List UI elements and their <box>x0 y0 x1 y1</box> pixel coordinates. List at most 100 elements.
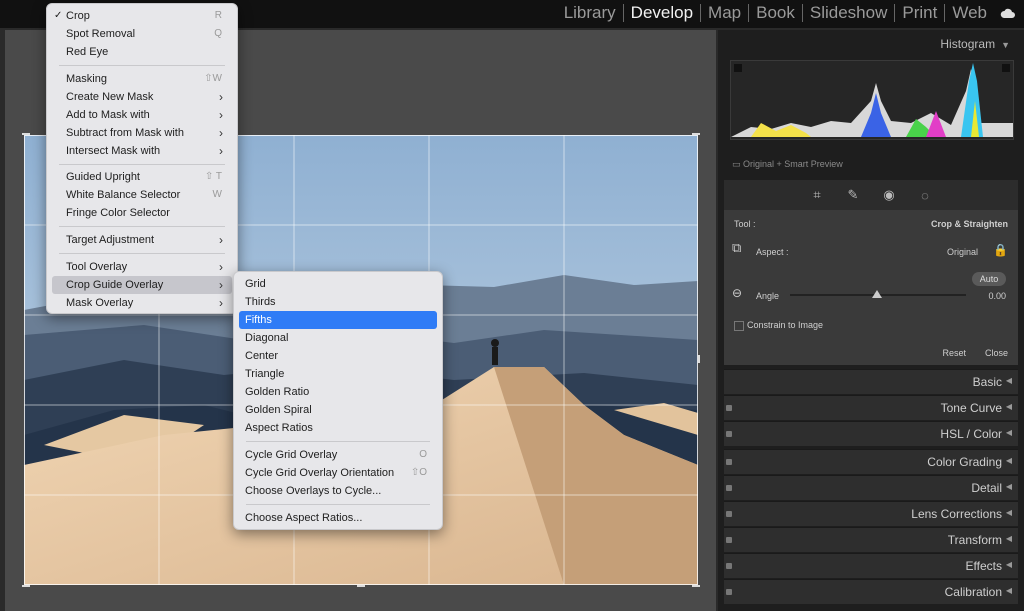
cycle-grid-overlay-orientation[interactable]: Cycle Grid Overlay Orientation ⇧O <box>239 464 437 482</box>
section-color-grading[interactable]: Color Grading ◀ <box>724 449 1018 474</box>
crop-handle-right[interactable] <box>698 355 700 363</box>
menu-item-label: Golden Spiral <box>245 404 312 416</box>
overlay-center[interactable]: Center <box>239 347 437 365</box>
choose-aspect-ratios[interactable]: Choose Aspect Ratios... <box>239 509 437 527</box>
overlay-golden-spiral[interactable]: Golden Spiral <box>239 401 437 419</box>
module-book[interactable]: Book <box>749 3 802 23</box>
module-print[interactable]: Print <box>895 3 944 23</box>
menu-separator <box>246 504 430 505</box>
section-detail[interactable]: Detail ◀ <box>724 475 1018 500</box>
menu-separator <box>59 164 225 165</box>
lock-icon[interactable]: 🔒 <box>993 243 1008 257</box>
tools-menu: ✓ Crop R Spot Removal Q Red Eye Masking ⇧W C… <box>46 3 238 314</box>
overlay-triangle[interactable]: Triangle <box>239 365 437 383</box>
menu-item-subtract-from-mask[interactable]: Subtract from Mask with › <box>52 124 232 142</box>
angle-slider-knob[interactable] <box>872 290 882 298</box>
menu-item-shortcut: ⇧O <box>410 467 427 478</box>
menu-item-crop[interactable]: ✓ Crop R <box>52 7 232 25</box>
crop-handle-bottom[interactable] <box>357 585 365 587</box>
section-label: Color Grading <box>927 455 1002 469</box>
menu-item-label: Add to Mask with <box>66 109 150 121</box>
choose-overlays-to-cycle[interactable]: Choose Overlays to Cycle... <box>239 482 437 500</box>
crop-handle-top-left[interactable] <box>22 133 30 135</box>
module-web[interactable]: Web <box>945 3 994 23</box>
menu-item-mask-overlay[interactable]: Mask Overlay › <box>52 294 232 312</box>
section-toggle-switch[interactable] <box>726 459 732 465</box>
section-toggle-switch[interactable] <box>726 485 732 491</box>
module-map[interactable]: Map <box>701 3 748 23</box>
submenu-chevron-icon: › <box>219 144 223 158</box>
section-toggle-switch[interactable] <box>726 589 732 595</box>
menu-item-tool-overlay[interactable]: Tool Overlay › <box>52 258 232 276</box>
section-lens-corrections[interactable]: Lens Corrections ◀ <box>724 501 1018 526</box>
menu-item-spot-removal[interactable]: Spot Removal Q <box>52 25 232 43</box>
expand-arrow-icon: ◀ <box>1005 508 1012 517</box>
menu-item-add-to-mask[interactable]: Add to Mask with › <box>52 106 232 124</box>
module-library[interactable]: Library <box>557 3 623 23</box>
menu-item-label: Red Eye <box>66 46 109 58</box>
crop-handle-bottom-right[interactable] <box>692 585 700 587</box>
menu-item-white-balance-selector[interactable]: White Balance Selector W <box>52 186 232 204</box>
cycle-grid-overlay[interactable]: Cycle Grid Overlay O <box>239 446 437 464</box>
expand-arrow-icon: ◀ <box>1005 586 1012 595</box>
aspect-icon[interactable]: ⧉ <box>732 240 741 256</box>
overlay-fifths[interactable]: Fifths <box>239 311 437 329</box>
section-calibration[interactable]: Calibration ◀ <box>724 579 1018 604</box>
angle-value[interactable]: 0.00 <box>988 291 1006 301</box>
module-develop[interactable]: Develop <box>624 3 700 23</box>
section-label: Transform <box>947 533 1002 547</box>
highlight-clipping-icon[interactable] <box>1002 64 1010 72</box>
menu-item-fringe-color-selector[interactable]: Fringe Color Selector <box>52 204 232 222</box>
close-button[interactable]: Close <box>985 348 1008 358</box>
menu-item-shortcut: W <box>212 189 222 200</box>
healing-brush-icon[interactable]: ✎ <box>844 186 862 204</box>
constrain-checkbox[interactable] <box>734 321 744 331</box>
menu-item-red-eye[interactable]: Red Eye <box>52 43 232 61</box>
straighten-level-icon[interactable]: ⊖ <box>732 286 742 300</box>
collapse-triangle-icon: ▼ <box>1001 40 1010 50</box>
constrain-label: Constrain to Image <box>747 320 824 330</box>
shadow-clipping-icon[interactable] <box>734 64 742 72</box>
overlay-golden-ratio[interactable]: Golden Ratio <box>239 383 437 401</box>
crop-handle-bottom-left[interactable] <box>22 585 30 587</box>
expand-arrow-icon: ◀ <box>1005 482 1012 491</box>
module-picker: Library Develop Map Book Slideshow Print… <box>557 2 1016 24</box>
menu-item-create-new-mask[interactable]: Create New Mask › <box>52 88 232 106</box>
menu-item-label: Golden Ratio <box>245 386 310 398</box>
crop-tool-icon[interactable]: ⌗ <box>808 186 826 204</box>
cloud-icon[interactable] <box>1000 7 1016 19</box>
section-toggle-switch[interactable] <box>726 563 732 569</box>
menu-separator <box>246 441 430 442</box>
auto-button[interactable]: Auto <box>972 272 1006 286</box>
reset-button[interactable]: Reset <box>942 348 966 358</box>
menu-item-intersect-mask[interactable]: Intersect Mask with › <box>52 142 232 160</box>
section-toggle-switch[interactable] <box>726 431 732 437</box>
histogram[interactable] <box>730 60 1014 140</box>
overlay-grid[interactable]: Grid <box>239 275 437 293</box>
red-eye-icon[interactable]: ◉ <box>880 186 898 204</box>
section-toggle-switch[interactable] <box>726 537 732 543</box>
section-label: HSL / Color <box>940 427 1002 441</box>
overlay-thirds[interactable]: Thirds <box>239 293 437 311</box>
menu-item-target-adjustment[interactable]: Target Adjustment › <box>52 231 232 249</box>
aspect-value[interactable]: Original <box>947 247 978 257</box>
menu-item-shortcut: Q <box>214 28 222 39</box>
section-toggle-switch[interactable] <box>726 405 732 411</box>
overlay-diagonal[interactable]: Diagonal <box>239 329 437 347</box>
menu-item-crop-guide-overlay[interactable]: Crop Guide Overlay › <box>52 276 232 294</box>
menu-item-masking[interactable]: Masking ⇧W <box>52 70 232 88</box>
overlay-aspect-ratios[interactable]: Aspect Ratios <box>239 419 437 437</box>
section-hsl-color[interactable]: HSL / Color ◀ <box>724 421 1018 446</box>
crop-handle-top-right[interactable] <box>692 133 700 135</box>
section-transform[interactable]: Transform ◀ <box>724 527 1018 552</box>
section-tone-curve[interactable]: Tone Curve ◀ <box>724 395 1018 420</box>
masking-icon[interactable]: ◌ <box>916 186 934 204</box>
section-effects[interactable]: Effects ◀ <box>724 553 1018 578</box>
module-slideshow[interactable]: Slideshow <box>803 3 895 23</box>
menu-item-label: Subtract from Mask with <box>66 127 184 139</box>
expand-arrow-icon: ◀ <box>1005 428 1012 437</box>
section-basic[interactable]: Basic ◀ <box>724 369 1018 394</box>
menu-item-guided-upright[interactable]: Guided Upright ⇧ T <box>52 168 232 186</box>
histogram-header[interactable]: Histogram ▼ <box>940 37 1010 51</box>
section-toggle-switch[interactable] <box>726 511 732 517</box>
